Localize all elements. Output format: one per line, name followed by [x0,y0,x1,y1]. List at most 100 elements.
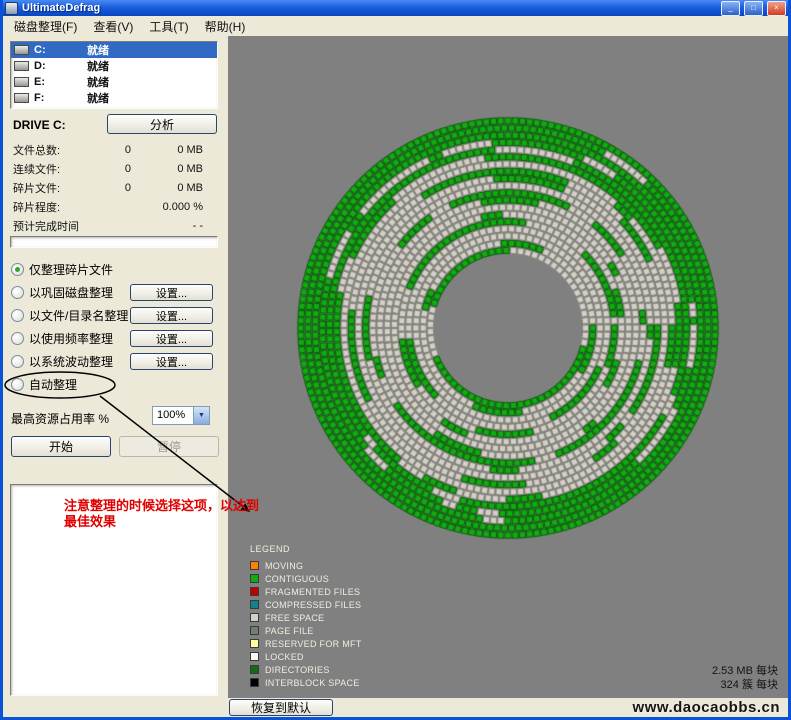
defrag-option-1[interactable]: 仅整理碎片文件 [11,258,221,281]
settings-button[interactable]: 设置... [130,353,213,370]
legend-item: FREE SPACE [250,611,362,624]
resource-usage-label: 最高资源占用率 % [11,410,109,427]
legend-swatch [250,574,259,583]
stat-label: 碎片文件: [13,180,101,196]
legend: LEGEND MOVING CONTIGUOUS FRAGMENTED FILESC… [250,544,362,689]
drive-icon [14,77,29,87]
stat-label: 连续文件: [13,161,101,177]
left-panel: C:就绪D:就绪E:就绪F:就绪 DRIVE C: 分析 文件总数:00 MB连… [3,36,228,698]
radio-button[interactable] [11,355,24,368]
legend-label: CONTIGUOUS [265,574,329,584]
radio-button[interactable] [11,378,24,391]
option-label: 以巩固磁盘整理 [29,284,113,301]
resource-usage-combobox[interactable]: 100% ▼ [152,406,210,425]
drive-icon [14,61,29,71]
chevron-down-icon[interactable]: ▼ [193,407,209,424]
defrag-option-6[interactable]: 自动整理 [11,373,221,396]
legend-item: COMPRESSED FILES [250,598,362,611]
drive-row-f[interactable]: F:就绪 [11,90,217,106]
settings-button[interactable]: 设置... [130,330,213,347]
defrag-options: 仅整理碎片文件以巩固磁盘整理设置...以文件/目录名整理设置...以使用频率整理… [11,258,221,396]
stat-label: 预计完成时间 [13,218,101,234]
option-label: 自动整理 [29,376,77,393]
stat-size: 0.000 % [131,201,207,213]
legend-item: MOVING [250,559,362,572]
note-box [10,484,218,696]
menu-view[interactable]: 查看(V) [85,16,141,37]
radio-button[interactable] [11,332,24,345]
legend-item: RESERVED FOR MFT [250,637,362,650]
block-size-label: 2.53 MB 每块 [712,664,778,678]
legend-swatch [250,561,259,570]
maximize-button[interactable]: □ [744,1,763,16]
radio-button[interactable] [11,286,24,299]
stat-size: 0 MB [131,182,207,194]
drive-icon [14,93,29,103]
legend-swatch [250,587,259,596]
app-window: UltimateDefrag _ □ × 磁盘整理(F)查看(V)工具(T)帮助… [0,0,791,720]
settings-button[interactable]: 设置... [130,284,213,301]
menu-tools[interactable]: 工具(T) [141,16,196,37]
drive-status: 就绪 [87,42,109,58]
titlebar: UltimateDefrag _ □ × [3,0,788,16]
drive-list: C:就绪D:就绪E:就绪F:就绪 [10,41,218,109]
menubar: 磁盘整理(F)查看(V)工具(T)帮助(H) [3,16,788,36]
legend-item: INTERBLOCK SPACE [250,676,362,689]
defrag-option-5[interactable]: 以系统波动整理设置... [11,350,221,373]
stat-row: 文件总数:00 MB [13,140,213,159]
option-label: 以使用频率整理 [29,330,113,347]
option-label: 以系统波动整理 [29,353,113,370]
legend-swatch [250,626,259,635]
resource-usage-value: 100% [153,407,193,424]
watermark-text: www.daocaobbs.cn [633,699,780,716]
legend-label: MOVING [265,561,303,571]
stats-table: 文件总数:00 MB连续文件:00 MB碎片文件:00 MB碎片程度:0.000… [13,140,213,235]
content: C:就绪D:就绪E:就绪F:就绪 DRIVE C: 分析 文件总数:00 MB连… [3,36,788,717]
defrag-option-2[interactable]: 以巩固磁盘整理设置... [11,281,221,304]
close-button[interactable]: × [767,1,786,16]
legend-item: CONTIGUOUS [250,572,362,585]
menu-help[interactable]: 帮助(H) [197,16,254,37]
legend-label: INTERBLOCK SPACE [265,678,360,688]
legend-swatch [250,652,259,661]
stat-row: 碎片文件:00 MB [13,178,213,197]
legend-title: LEGEND [250,544,362,554]
legend-item: PAGE FILE [250,624,362,637]
legend-label: PAGE FILE [265,626,314,636]
menu-defrag[interactable]: 磁盘整理(F) [6,16,85,37]
defrag-option-3[interactable]: 以文件/目录名整理设置... [11,304,221,327]
defrag-option-4[interactable]: 以使用频率整理设置... [11,327,221,350]
stat-label: 碎片程度: [13,199,101,215]
drive-row-c[interactable]: C:就绪 [11,42,217,58]
stat-row: 碎片程度: 0.000 % [13,197,213,216]
legend-label: LOCKED [265,652,304,662]
drive-row-e[interactable]: E:就绪 [11,74,217,90]
stat-count: 0 [101,144,131,156]
legend-swatch [250,613,259,622]
drive-status: 就绪 [87,58,109,74]
start-button[interactable]: 开始 [11,436,111,457]
legend-label: FRAGMENTED FILES [265,587,360,597]
legend-item: LOCKED [250,650,362,663]
window-title: UltimateDefrag [22,1,717,15]
legend-swatch [250,600,259,609]
drive-status: 就绪 [87,90,109,106]
stat-row: 连续文件:00 MB [13,159,213,178]
stat-size: 0 MB [131,163,207,175]
minimize-button[interactable]: _ [721,1,740,16]
drive-row-d[interactable]: D:就绪 [11,58,217,74]
drive-letter: E: [34,76,58,88]
legend-label: RESERVED FOR MFT [265,639,362,649]
legend-swatch [250,639,259,648]
stat-size: - - [131,220,207,232]
restore-default-button[interactable]: 恢复到默认 [229,699,333,716]
legend-item: FRAGMENTED FILES [250,585,362,598]
radio-button[interactable] [11,309,24,322]
settings-button[interactable]: 设置... [130,307,213,324]
analyze-button[interactable]: 分析 [107,114,217,134]
drive-label: DRIVE C: [13,118,66,132]
legend-swatch [250,678,259,687]
radio-button[interactable] [11,263,24,276]
pause-button[interactable]: 暂停 [119,436,219,457]
legend-swatch [250,665,259,674]
